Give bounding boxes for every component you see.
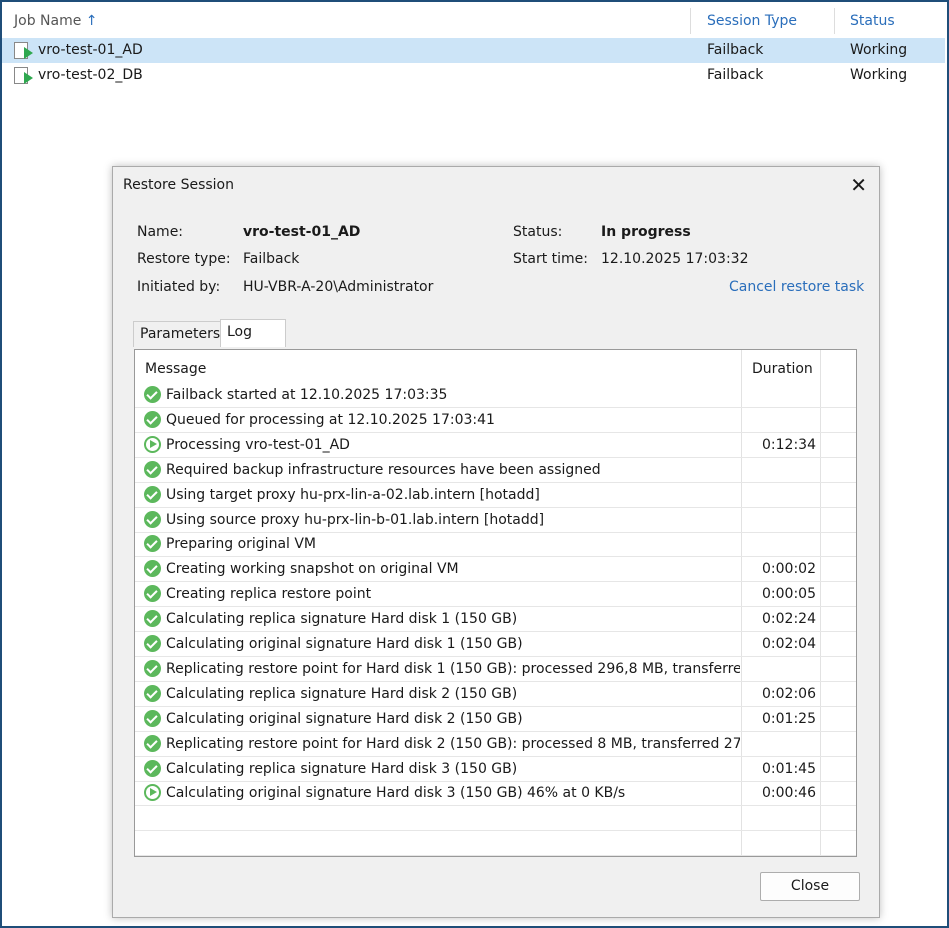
cancel-restore-link[interactable]: Cancel restore task [729, 279, 864, 295]
log-message: Processing vro-test-01_AD [166, 436, 350, 453]
success-check-icon [144, 410, 161, 428]
column-session-type[interactable]: Session Type [707, 8, 797, 34]
job-type: Failback [707, 67, 764, 83]
status-value: In progress [601, 224, 691, 240]
log-duration: 0:01:45 [762, 760, 816, 777]
log-row[interactable]: Calculating original signature Hard disk… [135, 781, 856, 807]
success-check-icon [144, 610, 161, 628]
log-row[interactable]: Calculating original signature Hard disk… [135, 632, 856, 657]
log-row[interactable]: Using source proxy hu-prx-lin-b-01.lab.i… [135, 508, 856, 533]
sort-ascending-icon: ↑ [85, 13, 98, 29]
log-message: Preparing original VM [166, 536, 317, 553]
initiated-label: Initiated by: [137, 279, 221, 295]
dialog-title: Restore Session [123, 177, 234, 193]
empty-row [135, 831, 856, 857]
column-label: Job Name [14, 13, 82, 29]
log-duration: 0:02:04 [762, 636, 816, 652]
log-message: Required backup infrastructure resources… [166, 461, 601, 478]
close-button[interactable]: Close [760, 872, 860, 901]
in-progress-icon [144, 435, 161, 453]
log-message: Replicating restore point for Hard disk … [166, 735, 740, 752]
job-name: vro-test-01_AD [38, 42, 143, 58]
success-check-icon [144, 510, 161, 528]
log-row[interactable]: Calculating replica signature Hard disk … [135, 757, 856, 782]
log-row[interactable]: Queued for processing at 12.10.2025 17:0… [135, 408, 856, 433]
log-row[interactable]: Replicating restore point for Hard disk … [135, 732, 856, 757]
status-label: Status: [513, 224, 563, 240]
success-check-icon [144, 734, 161, 752]
job-status: Working [850, 67, 908, 83]
success-check-icon [144, 485, 161, 503]
log-row[interactable]: Creating replica restore point 0:00:05 [135, 582, 856, 608]
log-message: Creating working snapshot on original VM [166, 561, 459, 578]
column-status[interactable]: Status [850, 8, 895, 34]
log-duration: 0:02:24 [762, 611, 816, 628]
success-check-icon [144, 535, 161, 553]
success-check-icon [144, 684, 161, 702]
log-row[interactable]: Failback started at 12.10.2025 17:03:35 [135, 383, 856, 408]
empty-row [135, 806, 856, 832]
close-icon[interactable]: ✕ [850, 173, 867, 197]
success-check-icon [144, 659, 161, 677]
log-message: Queued for processing at 12.10.2025 17:0… [166, 411, 495, 428]
log-message: Replicating restore point for Hard disk … [166, 660, 740, 677]
log-message: Calculating original signature Hard disk… [166, 636, 523, 652]
success-check-icon [144, 560, 161, 578]
log-row[interactable]: Processing vro-test-01_AD 0:12:34 [135, 433, 856, 458]
start-time-value: 12.10.2025 17:03:32 [601, 251, 749, 267]
job-icon [14, 42, 33, 59]
job-row[interactable]: vro-test-01_AD Failback Working [2, 38, 945, 63]
success-check-icon [144, 635, 161, 652]
log-row[interactable]: Calculating original signature Hard disk… [135, 707, 856, 732]
job-type: Failback [707, 42, 764, 58]
name-value: vro-test-01_AD [243, 224, 361, 240]
log-row[interactable]: Using target proxy hu-prx-lin-a-02.lab.i… [135, 483, 856, 508]
log-duration: 0:00:02 [762, 561, 816, 578]
job-name: vro-test-02_DB [38, 67, 143, 83]
log-row[interactable]: Required backup infrastructure resources… [135, 458, 856, 483]
success-check-icon [144, 460, 161, 478]
type-value: Failback [243, 251, 300, 267]
log-duration: 0:00:46 [762, 785, 816, 802]
log-message: Calculating replica signature Hard disk … [166, 685, 518, 702]
column-message[interactable]: Message [145, 354, 206, 384]
success-check-icon [144, 585, 161, 603]
job-row[interactable]: vro-test-02_DB Failback Working [2, 63, 945, 88]
log-message: Creating replica restore point [166, 586, 372, 603]
success-check-icon [144, 386, 161, 403]
column-job-name[interactable]: Job Name ↑ [14, 8, 98, 34]
success-check-icon [144, 759, 161, 777]
log-message: Calculating replica signature Hard disk … [166, 611, 518, 628]
log-message: Failback started at 12.10.2025 17:03:35 [166, 387, 448, 403]
column-divider[interactable] [834, 8, 835, 34]
log-row[interactable]: Calculating replica signature Hard disk … [135, 682, 856, 707]
in-progress-icon [144, 784, 161, 802]
log-row[interactable]: Calculating replica signature Hard disk … [135, 607, 856, 633]
job-icon [14, 67, 33, 84]
initiated-value: HU-VBR-A-20\Administrator [243, 279, 434, 295]
tab-parameters[interactable]: Parameters [133, 321, 228, 347]
log-table: Message Duration Failback started at 12.… [134, 349, 857, 857]
start-time-label: Start time: [513, 251, 588, 267]
success-check-icon [144, 709, 161, 727]
tab-log[interactable]: Log [220, 319, 286, 347]
log-duration: 0:01:25 [762, 710, 816, 727]
column-divider[interactable] [690, 8, 691, 34]
type-label: Restore type: [137, 251, 231, 267]
job-status: Working [850, 42, 908, 58]
log-duration: 0:00:05 [762, 586, 816, 603]
log-row[interactable]: Preparing original VM [135, 532, 856, 558]
log-message: Calculating original signature Hard disk… [166, 710, 523, 727]
log-duration: 0:12:34 [762, 436, 816, 453]
column-duration[interactable]: Duration [752, 354, 813, 384]
log-message: Using source proxy hu-prx-lin-b-01.lab.i… [166, 511, 545, 528]
name-label: Name: [137, 224, 184, 240]
log-row[interactable]: Creating working snapshot on original VM… [135, 557, 856, 583]
log-row[interactable]: Replicating restore point for Hard disk … [135, 657, 856, 682]
restore-session-dialog: Restore Session ✕ Name: vro-test-01_AD R… [112, 166, 880, 918]
log-message: Calculating original signature Hard disk… [166, 785, 626, 802]
log-message: Using target proxy hu-prx-lin-a-02.lab.i… [166, 486, 540, 503]
log-duration: 0:02:06 [762, 685, 816, 702]
log-message: Calculating replica signature Hard disk … [166, 760, 518, 777]
